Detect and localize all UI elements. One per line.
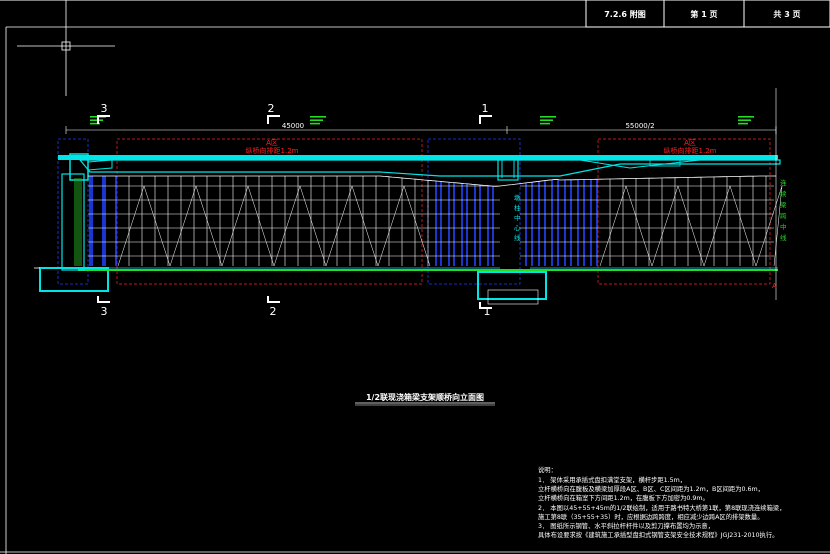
pier-center-label: 墩柱中心线 bbox=[514, 193, 521, 242]
scaffold-brace bbox=[651, 185, 679, 267]
section-mark-bottom-2: 2 bbox=[270, 305, 277, 318]
notes-line-3: 立杆横桥向在箱室下方间距1.2m，在腹板下方加密为0.9m。 bbox=[538, 493, 709, 502]
section-mark-bottom-3: 3 bbox=[101, 305, 108, 318]
level-tag-mark bbox=[738, 122, 748, 125]
scaffold-brace bbox=[403, 185, 431, 267]
scaffold-brace bbox=[221, 185, 249, 267]
notes-line-4: 2． 本图以45+55+45m的1/2联绘制，适用于路书特大桥第1联，第8联现浇… bbox=[538, 503, 786, 512]
notes-heading: 说明： bbox=[538, 465, 557, 474]
scaffold-brace bbox=[351, 185, 379, 267]
scaffold-brace bbox=[625, 185, 653, 267]
cad-cursor-crosshair bbox=[17, 0, 115, 96]
scaffold-frame bbox=[88, 175, 783, 267]
zone-label-left: A区 bbox=[266, 139, 278, 147]
title-block-cell-figure: 7.2.6 附图 bbox=[604, 9, 646, 19]
level-tag-mark bbox=[540, 119, 553, 121]
scaffold-brace bbox=[299, 185, 327, 267]
section-marks-top: 3 2 1 bbox=[97, 102, 492, 124]
level-tag-mark bbox=[540, 116, 556, 118]
left-abutment bbox=[61, 173, 85, 271]
level-tag-mark bbox=[310, 116, 326, 118]
title-block: 7.2.6 附图 第 1 页 共 3 页 bbox=[585, 0, 830, 28]
scaffold-brace bbox=[677, 185, 705, 267]
notes-line-1: 1． 架体采用承插式盘扣满堂支架，横杆步距1.5m， bbox=[538, 475, 686, 484]
dimension-right-span: 55000/2 bbox=[625, 122, 654, 130]
title-block-cell-total: 共 3 页 bbox=[773, 9, 800, 19]
scaffold-brace bbox=[377, 185, 405, 267]
drawing-frame bbox=[0, 0, 830, 554]
level-tag-mark bbox=[738, 116, 754, 118]
section-mark-top-2: 2 bbox=[268, 102, 275, 115]
scaffold-top-line bbox=[88, 175, 776, 187]
svg-text:A: A bbox=[772, 282, 777, 290]
scaffold-brace bbox=[117, 185, 145, 267]
zone-label-right: A区 bbox=[684, 139, 696, 147]
section-mark-bottom-1: 1 bbox=[484, 305, 491, 318]
title-block-cell-page: 第 1 页 bbox=[690, 9, 717, 19]
vertical-labels: 墩柱中心线 连续梁跨中线 bbox=[514, 178, 787, 242]
scaffold-brace bbox=[703, 185, 731, 267]
drawing-canvas: 7.2.6 附图 第 1 页 共 3 页 45000 55000/2 3 2 1… bbox=[0, 0, 830, 554]
scaffold-brace bbox=[195, 185, 223, 267]
section-mark-top-1: 1 bbox=[482, 102, 489, 115]
level-tag-mark bbox=[540, 122, 550, 125]
zone-spacing-left: 纵桥向排距1.2m bbox=[246, 146, 299, 155]
notes-block: 说明： 1． 架体采用承插式盘扣满堂支架，横杆步距1.5m， 立杆横桥向在腹板及… bbox=[538, 465, 786, 539]
level-tag-mark bbox=[90, 119, 103, 121]
section-marks-bottom: 3 2 1 bbox=[97, 296, 492, 318]
scaffold-brace bbox=[143, 185, 171, 267]
foundations bbox=[34, 267, 778, 305]
notes-line-7: 具体布设要求按《建筑施工承插型盘扣式钢管支架安全技术规程》JGJ231-2010… bbox=[538, 530, 778, 539]
scaffold-brace bbox=[729, 185, 757, 267]
notes-line-2: 立杆横桥向在腹板及横梁加厚段A区、B区、C区间距为1.2m，B区间距为0.6m， bbox=[538, 484, 764, 493]
scaffold-brace bbox=[325, 185, 353, 267]
scaffold-brace bbox=[599, 185, 627, 267]
blue-outline bbox=[57, 138, 521, 285]
section-mark-top-3: 3 bbox=[101, 102, 108, 115]
right-vertical-label: 连续梁跨中线 bbox=[780, 178, 787, 242]
notes-line-6: 3． 图纸所示钢管、水平斜拉杆杆件以及剪刀撑布置均为示意， bbox=[538, 521, 714, 530]
scaffold-brace bbox=[273, 185, 301, 267]
dimension-left-span: 45000 bbox=[282, 122, 304, 130]
drawing-title: 1/2联现浇箱梁支架顺桥向立面图 bbox=[355, 392, 495, 406]
notes-line-5: 施工第8联（35+55+35）时，应根据边跨跨度，相应减少边跨A区的排架数量。 bbox=[538, 512, 764, 521]
zone-boxes: A区 纵桥向排距1.2m A区 纵桥向排距1.2m bbox=[116, 138, 771, 285]
zone-spacing-right: 纵桥向排距1.2m bbox=[664, 146, 717, 155]
level-tag-mark bbox=[310, 119, 323, 121]
scaffold-brace bbox=[169, 185, 197, 267]
scaffold-brace bbox=[247, 185, 275, 267]
level-tag-mark bbox=[738, 119, 751, 121]
dimension-lines: 45000 55000/2 bbox=[65, 122, 777, 134]
drawing-title-text: 1/2联现浇箱梁支架顺桥向立面图 bbox=[366, 392, 484, 402]
level-tag-mark bbox=[310, 122, 320, 125]
